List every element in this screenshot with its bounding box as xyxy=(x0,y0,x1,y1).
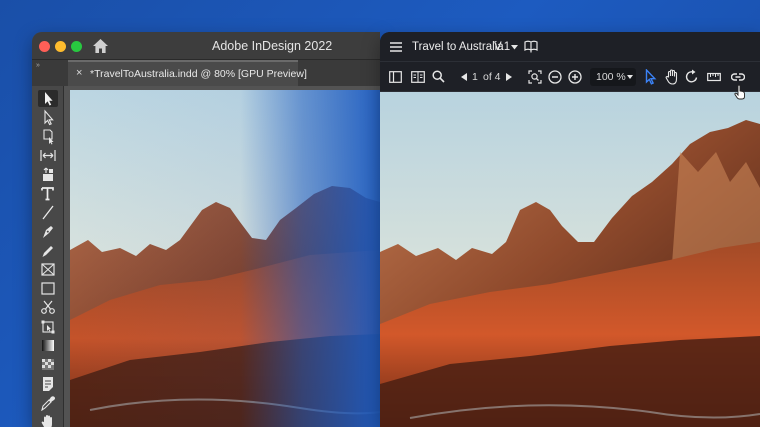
review-header: Travel to Australia V.1 xyxy=(380,32,760,62)
mouse-pointer-icon xyxy=(734,84,745,100)
sidebar-toggle-icon[interactable] xyxy=(389,71,402,83)
type-tool-icon[interactable] xyxy=(38,185,58,202)
selection-tool-icon[interactable] xyxy=(38,90,58,107)
pencil-tool-icon[interactable] xyxy=(38,242,58,259)
content-collector-icon[interactable] xyxy=(38,166,58,183)
link-icon[interactable] xyxy=(731,72,745,82)
indesign-window: Adobe InDesign 2022 » × *TravelToAustral… xyxy=(32,32,380,427)
select-tool-icon[interactable] xyxy=(645,69,657,85)
tools-panel xyxy=(32,86,64,427)
next-page-icon[interactable] xyxy=(506,73,512,81)
zoom-chevron-down-icon xyxy=(627,75,633,79)
document-title: Travel to Australia xyxy=(412,41,504,53)
app-title: Adobe InDesign 2022 xyxy=(212,39,333,53)
page-tool-icon[interactable] xyxy=(38,128,58,145)
eyedropper-tool-icon[interactable] xyxy=(38,394,58,411)
pen-tool-icon[interactable] xyxy=(38,223,58,240)
zoom-fit-icon[interactable] xyxy=(528,70,542,84)
pan-hand-icon[interactable] xyxy=(665,69,679,85)
spread-view-icon[interactable] xyxy=(411,71,425,83)
maximize-window-button[interactable] xyxy=(71,41,82,52)
close-tab-icon[interactable]: × xyxy=(76,67,82,79)
minimize-window-button[interactable] xyxy=(55,41,66,52)
version-selector[interactable]: V.1 xyxy=(494,41,510,53)
gradient-feather-tool-icon[interactable] xyxy=(38,356,58,373)
review-toolbar: 1 of 4 100 % xyxy=(380,62,760,92)
note-tool-icon[interactable] xyxy=(38,375,58,392)
menu-icon[interactable] xyxy=(389,41,403,53)
ruler-icon[interactable] xyxy=(707,72,721,82)
rotate-icon[interactable] xyxy=(685,69,699,84)
rectangle-frame-tool-icon[interactable] xyxy=(38,261,58,278)
search-icon[interactable] xyxy=(432,70,445,83)
line-tool-icon[interactable] xyxy=(38,204,58,221)
zoom-in-icon[interactable] xyxy=(568,70,582,84)
review-document-canvas[interactable] xyxy=(380,92,760,427)
free-transform-tool-icon[interactable] xyxy=(38,318,58,335)
direct-selection-tool-icon[interactable] xyxy=(38,109,58,126)
previous-page-icon[interactable] xyxy=(461,73,467,81)
panel-collapse-icon[interactable]: » xyxy=(36,62,40,69)
home-icon[interactable] xyxy=(92,38,109,54)
indesign-titlebar: Adobe InDesign 2022 xyxy=(32,32,380,60)
document-tab-title: *TravelToAustralia.indd @ 80% [GPU Previ… xyxy=(90,68,307,80)
chevron-down-icon[interactable] xyxy=(511,45,518,50)
page-count: of 4 xyxy=(483,71,501,83)
book-icon[interactable] xyxy=(524,40,538,53)
scissors-tool-icon[interactable] xyxy=(38,299,58,316)
gradient-swatch-tool-icon[interactable] xyxy=(38,337,58,354)
zoom-out-icon[interactable] xyxy=(548,70,562,84)
document-tab[interactable]: × *TravelToAustralia.indd @ 80% [GPU Pre… xyxy=(68,60,307,86)
current-page[interactable]: 1 xyxy=(472,71,478,83)
review-window: Travel to Australia V.1 1 of 4 100 % xyxy=(380,32,760,427)
indesign-document-canvas[interactable] xyxy=(70,90,380,427)
close-window-button[interactable] xyxy=(39,41,50,52)
rectangle-tool-icon[interactable] xyxy=(38,280,58,297)
document-tab-bar: » × *TravelToAustralia.indd @ 80% [GPU P… xyxy=(32,60,380,86)
zoom-level: 100 % xyxy=(596,71,626,83)
gap-tool-icon[interactable] xyxy=(38,147,58,164)
zoom-selector[interactable]: 100 % xyxy=(590,68,636,86)
hand-tool-icon[interactable] xyxy=(38,413,58,427)
